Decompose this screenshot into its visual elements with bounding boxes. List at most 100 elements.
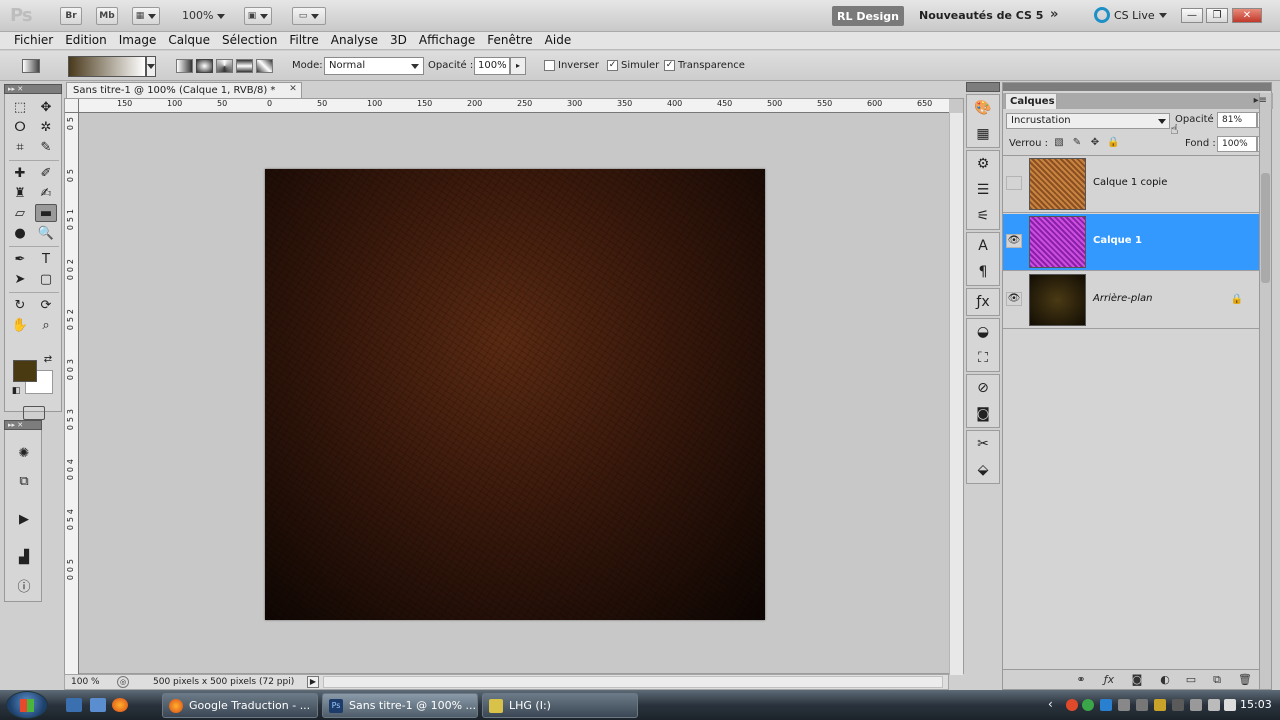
volume-icon[interactable]: [1224, 699, 1236, 711]
extras-menu-button[interactable]: ▦: [132, 7, 160, 25]
start-button[interactable]: [6, 691, 48, 719]
lock-position-icon[interactable]: ✥: [1089, 137, 1101, 149]
layer-row[interactable]: 👁 Calque 1: [1003, 214, 1259, 271]
tray-icon[interactable]: [1172, 699, 1184, 711]
3d-orbit-tool[interactable]: ⟳: [35, 296, 57, 314]
layer-row[interactable]: Calque 1 copie: [1003, 156, 1259, 213]
3d-panel-button[interactable]: ◒: [967, 319, 999, 345]
eyedropper-tool[interactable]: ✎: [35, 138, 57, 156]
trash-icon[interactable]: 🗑: [1237, 673, 1253, 687]
document-tab[interactable]: Sans titre-1 @ 100% (Calque 1, RVB/8) * …: [66, 82, 302, 98]
workspace-rl-design-button[interactable]: RL Design: [832, 6, 904, 26]
mask-icon[interactable]: ◙: [1129, 673, 1145, 687]
show-hidden-icons-button[interactable]: ‹: [1048, 697, 1053, 711]
device-icon[interactable]: [1136, 699, 1148, 711]
dock-header[interactable]: [966, 82, 1000, 92]
tool-presets-panel-button[interactable]: ✂: [967, 431, 999, 457]
default-colors-button[interactable]: ◧: [9, 384, 23, 398]
navigator-panel-button[interactable]: ✺: [13, 444, 35, 462]
link-icon[interactable]: ⚭: [1073, 673, 1089, 687]
horizontal-scrollbar[interactable]: [323, 676, 943, 688]
history-brush-tool[interactable]: ✍: [35, 184, 57, 202]
scrollbar-thumb[interactable]: [1261, 173, 1270, 283]
new-layer-icon[interactable]: ⧉: [1209, 673, 1225, 687]
minimize-button[interactable]: —: [1181, 8, 1203, 23]
security-icon[interactable]: [1066, 699, 1078, 711]
reflected-gradient-button[interactable]: [236, 59, 253, 73]
mode-select[interactable]: Normal: [324, 57, 424, 75]
adjustments-panel-button[interactable]: ⚙: [967, 151, 999, 177]
fx-icon[interactable]: ƒx: [1101, 673, 1117, 687]
path-selection-tool[interactable]: ➤: [9, 270, 31, 288]
lock-transparent-icon[interactable]: ▧: [1053, 137, 1065, 149]
clone-source-panel-button[interactable]: ⧉: [13, 472, 35, 490]
brush-tool[interactable]: ✐: [35, 164, 57, 182]
zoom-status[interactable]: 100 %: [71, 675, 100, 689]
move-tool[interactable]: ✥: [35, 98, 57, 116]
taskbar-item-google-translate[interactable]: Google Traduction - ...: [162, 693, 318, 718]
screen-mode-button[interactable]: ▭: [292, 7, 326, 25]
quick-mask-button[interactable]: [23, 406, 45, 420]
visibility-toggle[interactable]: 👁: [1006, 292, 1022, 306]
network-icon[interactable]: [1208, 699, 1220, 711]
radial-gradient-button[interactable]: [196, 59, 213, 73]
crop-tool[interactable]: ⌗: [9, 138, 31, 156]
menu-3d[interactable]: 3D: [384, 32, 413, 49]
diamond-gradient-button[interactable]: [256, 59, 273, 73]
firefox-icon[interactable]: [112, 698, 128, 712]
cs-live-button[interactable]: CS Live: [1094, 7, 1167, 23]
close-icon[interactable]: ✕: [288, 85, 298, 95]
explorer-icon[interactable]: [90, 698, 106, 712]
workspace-new-features-button[interactable]: Nouveautés de CS 5: [919, 9, 1043, 22]
fill-input[interactable]: 100%: [1217, 136, 1257, 152]
tool-preset-picker[interactable]: [22, 59, 40, 73]
dither-checkbox[interactable]: ✓ Simuler: [607, 60, 659, 71]
ruler-origin[interactable]: [65, 99, 79, 113]
pen-tool[interactable]: ✒: [9, 250, 31, 268]
battery-icon[interactable]: [1190, 699, 1202, 711]
bridge-button[interactable]: Br: [60, 7, 82, 25]
taskbar-item-photoshop[interactable]: Ps Sans titre-1 @ 100% ...: [322, 693, 478, 718]
menu-calque[interactable]: Calque: [162, 32, 216, 49]
shape-tool[interactable]: ▢: [35, 270, 57, 288]
mini-bridge-button[interactable]: Mb: [96, 7, 118, 25]
lock-all-icon[interactable]: 🔒: [1107, 137, 1119, 149]
info-panel-button[interactable]: ⓘ: [13, 576, 35, 595]
zoom-level-dropdown[interactable]: 100%: [182, 9, 226, 22]
styles-panel-button[interactable]: ☰: [967, 177, 999, 203]
menu-filtre[interactable]: Filtre: [283, 32, 324, 49]
app-tray-icon[interactable]: [1100, 699, 1112, 711]
gradient-preview[interactable]: [68, 56, 146, 77]
vertical-ruler[interactable]: 5 0 5 0 1 5 0 2 0 0 2 5 0 3 0 0 3 5 0 4 …: [65, 113, 79, 675]
layer-row[interactable]: 👁 Arrière-plan 🔒: [1003, 272, 1259, 329]
usb-icon[interactable]: [1118, 699, 1130, 711]
healing-brush-tool[interactable]: ✚: [9, 164, 31, 182]
hand-tool[interactable]: ✋: [9, 316, 31, 334]
animation-panel-button[interactable]: ▶: [13, 510, 35, 528]
vertical-scrollbar[interactable]: [949, 113, 963, 675]
clock[interactable]: 15:03: [1240, 698, 1272, 711]
dodge-tool[interactable]: 🔍: [35, 224, 57, 242]
transparency-checkbox[interactable]: ✓ Transparence: [664, 60, 745, 71]
brush-presets-panel-button[interactable]: ⬙: [967, 457, 999, 483]
reverse-checkbox[interactable]: Inverser: [544, 60, 599, 71]
lasso-tool[interactable]: ⵔ: [9, 118, 31, 136]
transform-panel-button[interactable]: ⛶: [967, 345, 999, 371]
blur-tool[interactable]: ●: [9, 224, 31, 242]
menu-selection[interactable]: Sélection: [216, 32, 283, 49]
more-workspaces-button[interactable]: »: [1050, 7, 1058, 22]
arrange-documents-button[interactable]: ▣: [244, 7, 272, 25]
taskbar-item-drive[interactable]: LHG (I:): [482, 693, 638, 718]
show-desktop-icon[interactable]: [66, 698, 82, 712]
quick-selection-tool[interactable]: ✲: [35, 118, 57, 136]
eraser-tool[interactable]: ▱: [9, 204, 31, 222]
menu-analyse[interactable]: Analyse: [325, 32, 384, 49]
masks-panel-button[interactable]: ⚟: [967, 203, 999, 229]
update-icon[interactable]: [1082, 699, 1094, 711]
utility-icon[interactable]: [1154, 699, 1166, 711]
restore-button[interactable]: ❐: [1206, 8, 1228, 23]
adjustment-icon[interactable]: ◐: [1157, 673, 1173, 687]
color-panel-button[interactable]: 🎨: [967, 95, 999, 121]
opacity-slider-button[interactable]: ▸: [510, 57, 526, 75]
foreground-color-swatch[interactable]: [13, 360, 37, 382]
